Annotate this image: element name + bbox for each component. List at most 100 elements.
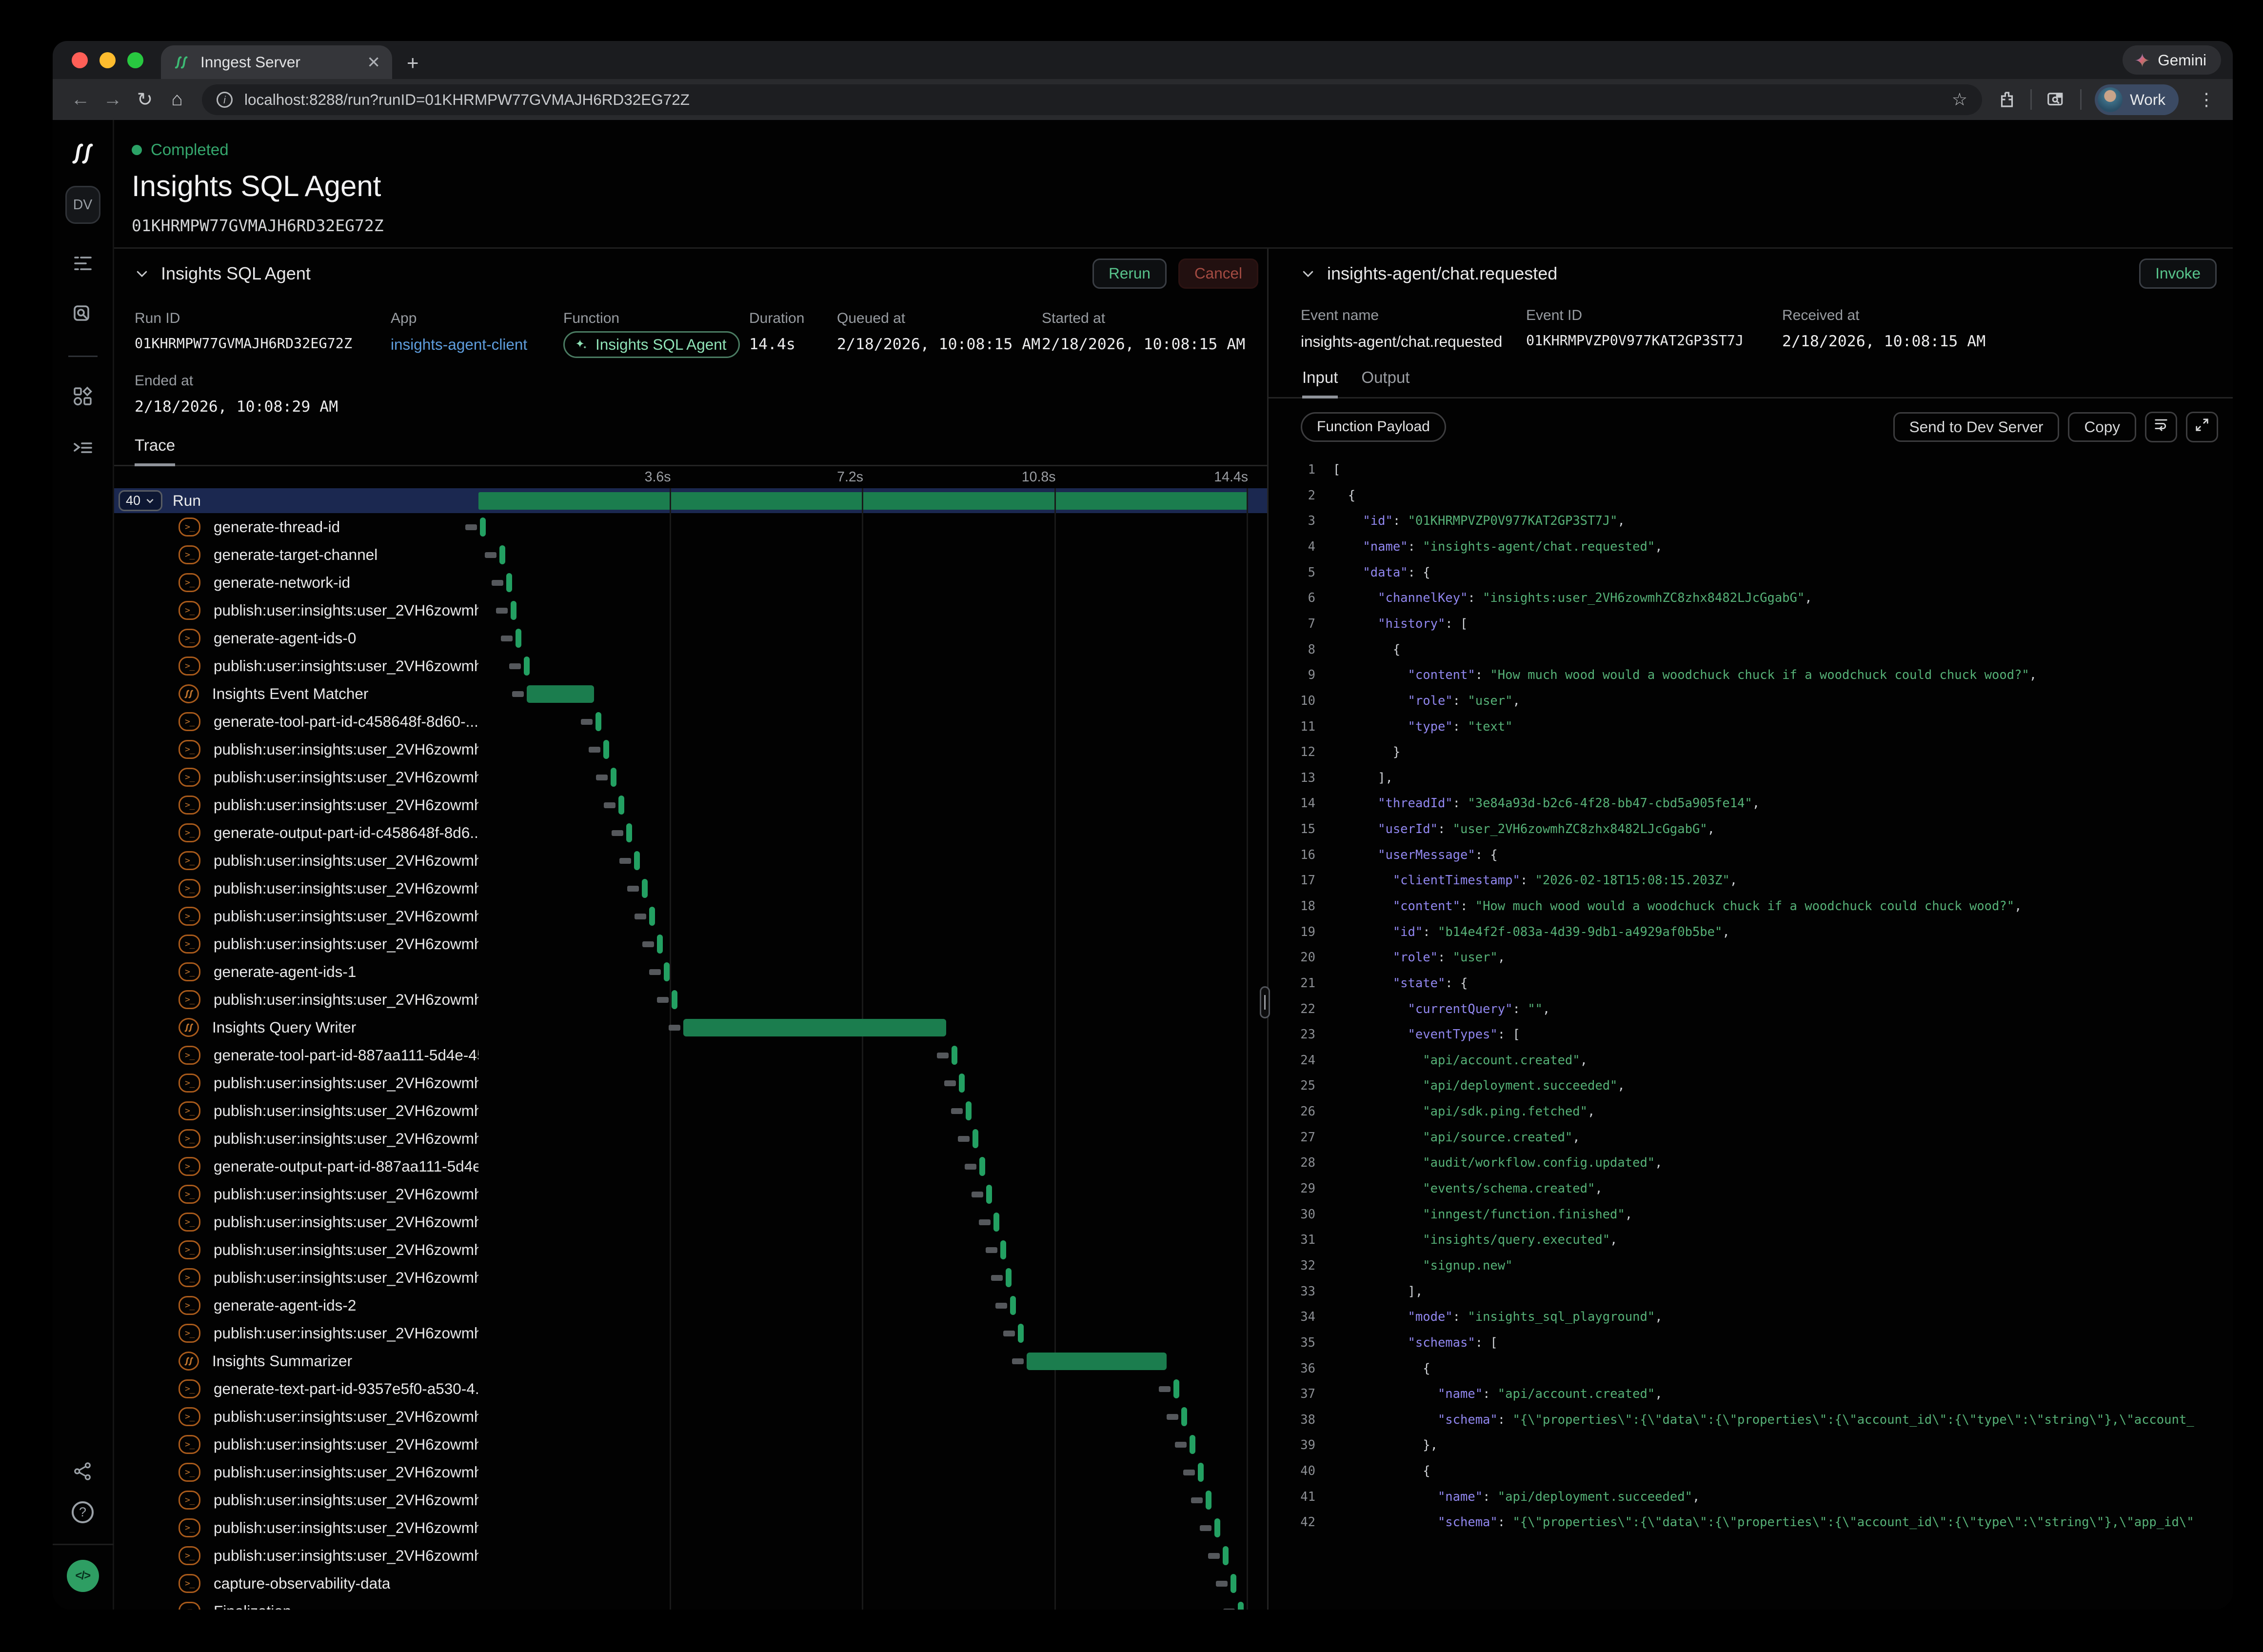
trace-row[interactable]: >_publish:user:insights:user_2VH6zowmh..… [114, 930, 1267, 958]
trace-row[interactable]: >_publish:user:insights:user_2VH6zowmh..… [114, 1069, 1267, 1097]
trace-tick[interactable] [506, 573, 512, 592]
trace-row[interactable]: >_publish:user:insights:user_2VH6zowmh..… [114, 1236, 1267, 1264]
apps-icon[interactable] [71, 385, 95, 408]
trace-row[interactable]: >_publish:user:insights:user_2VH6zowmh..… [114, 736, 1267, 763]
env-badge[interactable]: DV [65, 186, 100, 224]
run-section-header[interactable]: Insights SQL Agent Rerun Cancel [114, 249, 1267, 299]
trace-row[interactable]: >_generate-thread-id [114, 513, 1267, 541]
trace-row[interactable]: ☑Finalization [114, 1597, 1267, 1610]
trace-row[interactable]: >_publish:user:insights:user_2VH6zowmh..… [114, 1431, 1267, 1458]
trace-tick[interactable] [1006, 1268, 1012, 1287]
rerun-button[interactable]: Rerun [1092, 259, 1167, 289]
event-search-icon[interactable] [71, 303, 95, 326]
tab-input[interactable]: Input [1302, 368, 1338, 397]
trace-tick[interactable] [1010, 1296, 1016, 1315]
trace-tick[interactable] [511, 601, 516, 620]
trace-row[interactable]: >_publish:user:insights:user_2VH6zowmh..… [114, 875, 1267, 902]
pane-resize-handle[interactable] [1260, 986, 1270, 1018]
code-editor[interactable]: 1[2 {3 "id": "01KHRMPVZP0V977KAT2GP3ST7J… [1269, 454, 2233, 1610]
trace-tick[interactable] [1018, 1324, 1024, 1343]
trace-row[interactable]: >_publish:user:insights:user_2VH6zowmh..… [114, 1125, 1267, 1153]
trace-row[interactable]: >_generate-target-channel [114, 541, 1267, 569]
maximize-window-button[interactable] [127, 52, 143, 68]
help-icon[interactable]: ? [72, 1501, 94, 1523]
window-controls[interactable] [53, 41, 161, 79]
trace-tick[interactable] [1206, 1491, 1211, 1510]
trace-row[interactable]: >_publish:user:insights:user_2VH6zowmh..… [114, 1319, 1267, 1347]
trace-tick[interactable] [649, 907, 655, 926]
trace-row[interactable]: >_publish:user:insights:user_2VH6zowmh..… [114, 1486, 1267, 1514]
trace-bar[interactable] [683, 1019, 947, 1036]
trace-tick[interactable] [516, 629, 521, 648]
trace-tick[interactable] [664, 962, 670, 981]
trace-row[interactable]: >_generate-agent-ids-1 [114, 958, 1267, 986]
trace-tick[interactable] [1214, 1518, 1220, 1537]
trace-row[interactable]: >_publish:user:insights:user_2VH6zowmh..… [114, 791, 1267, 819]
close-window-button[interactable] [72, 52, 88, 68]
minimize-window-button[interactable] [99, 52, 116, 68]
trace-row[interactable]: >_publish:user:insights:user_2VH6zowmh..… [114, 1097, 1267, 1125]
trace-row[interactable]: >_publish:user:insights:user_2VH6zowmh..… [114, 652, 1267, 680]
trace-tick[interactable] [634, 851, 640, 870]
trace-bar[interactable] [1027, 1353, 1167, 1370]
trace-row[interactable]: >_publish:user:insights:user_2VH6zowmh..… [114, 986, 1267, 1014]
trace-row[interactable]: >_generate-text-part-id-9357e5f0-a530-4.… [114, 1375, 1267, 1403]
trace-tick[interactable] [1231, 1574, 1236, 1593]
trace-tick[interactable] [1000, 1240, 1006, 1259]
profile-chip[interactable]: Work [2095, 84, 2179, 115]
trace-tick[interactable] [657, 935, 663, 954]
code-button[interactable]: </> [67, 1560, 99, 1592]
trace-tick[interactable] [1223, 1546, 1229, 1565]
trace-tick[interactable] [1181, 1407, 1187, 1426]
trace-row[interactable]: Insights Query Writer [114, 1014, 1267, 1041]
forward-icon[interactable]: → [97, 89, 129, 110]
trace-tick[interactable] [966, 1101, 972, 1120]
trace-row[interactable]: >_publish:user:insights:user_2VH6zowmh..… [114, 1514, 1267, 1542]
trace-row[interactable]: Insights Summarizer [114, 1347, 1267, 1375]
trace-tick[interactable] [642, 879, 648, 898]
runs-icon[interactable] [71, 252, 95, 275]
trace-tick[interactable] [596, 712, 601, 731]
cancel-button[interactable]: Cancel [1178, 259, 1258, 289]
trace-tick[interactable] [1198, 1463, 1204, 1482]
trace-tick[interactable] [672, 990, 677, 1009]
trace-tick[interactable] [1190, 1435, 1195, 1454]
wrap-text-button[interactable] [2145, 412, 2177, 442]
expand-button[interactable] [2186, 412, 2218, 442]
tab-trace[interactable]: Trace [135, 436, 175, 465]
trace-tick[interactable] [959, 1074, 965, 1093]
trace-tick[interactable] [952, 1046, 957, 1065]
app-link[interactable]: insights-agent-client [391, 336, 563, 354]
trace-tick[interactable] [611, 768, 616, 787]
trace-row[interactable]: >_capture-observability-data [114, 1570, 1267, 1597]
trace-row[interactable]: >_generate-tool-part-id-c458648f-8d60-..… [114, 708, 1267, 736]
trace-tick[interactable] [524, 657, 530, 676]
share-icon[interactable] [72, 1460, 94, 1482]
trace-row[interactable]: >_publish:user:insights:user_2VH6zowmh..… [114, 1542, 1267, 1570]
trace-row[interactable]: >_publish:user:insights:user_2VH6zowmh..… [114, 1264, 1267, 1292]
gemini-button[interactable]: Gemini [2123, 45, 2221, 75]
dev-tools-icon[interactable] [71, 436, 95, 459]
trace-tick[interactable] [626, 823, 632, 842]
invoke-button[interactable]: Invoke [2139, 259, 2217, 289]
function-payload-pill[interactable]: Function Payload [1301, 412, 1446, 442]
tab-search-icon[interactable] [2045, 89, 2067, 110]
trace-row[interactable]: >_publish:user:insights:user_2VH6zowmh..… [114, 1208, 1267, 1236]
trace-tick[interactable] [499, 545, 505, 564]
function-badge[interactable]: Insights SQL Agent [563, 331, 740, 358]
event-section-header[interactable]: insights-agent/chat.requested Invoke [1269, 249, 2233, 299]
trace-tick[interactable] [480, 517, 486, 537]
trace-row[interactable]: >_publish:user:insights:user_2VH6zowmh..… [114, 763, 1267, 791]
trace-tick[interactable] [603, 740, 609, 759]
trace-row[interactable]: Insights Event Matcher [114, 680, 1267, 708]
tab-close-icon[interactable]: ✕ [367, 54, 380, 70]
trace-row[interactable]: >_publish:user:insights:user_2VH6zowmh..… [114, 1403, 1267, 1431]
trace-tick[interactable] [979, 1157, 985, 1176]
site-info-icon[interactable]: i [217, 92, 233, 108]
back-icon[interactable]: ← [64, 89, 97, 110]
home-icon[interactable]: ⌂ [161, 89, 193, 110]
send-to-dev-server-button[interactable]: Send to Dev Server [1893, 412, 2060, 442]
trace-tick[interactable] [618, 796, 624, 815]
trace-tick[interactable] [1238, 1602, 1244, 1610]
trace-row[interactable]: >_publish:user:insights:user_2VH6zowmh..… [114, 847, 1267, 875]
